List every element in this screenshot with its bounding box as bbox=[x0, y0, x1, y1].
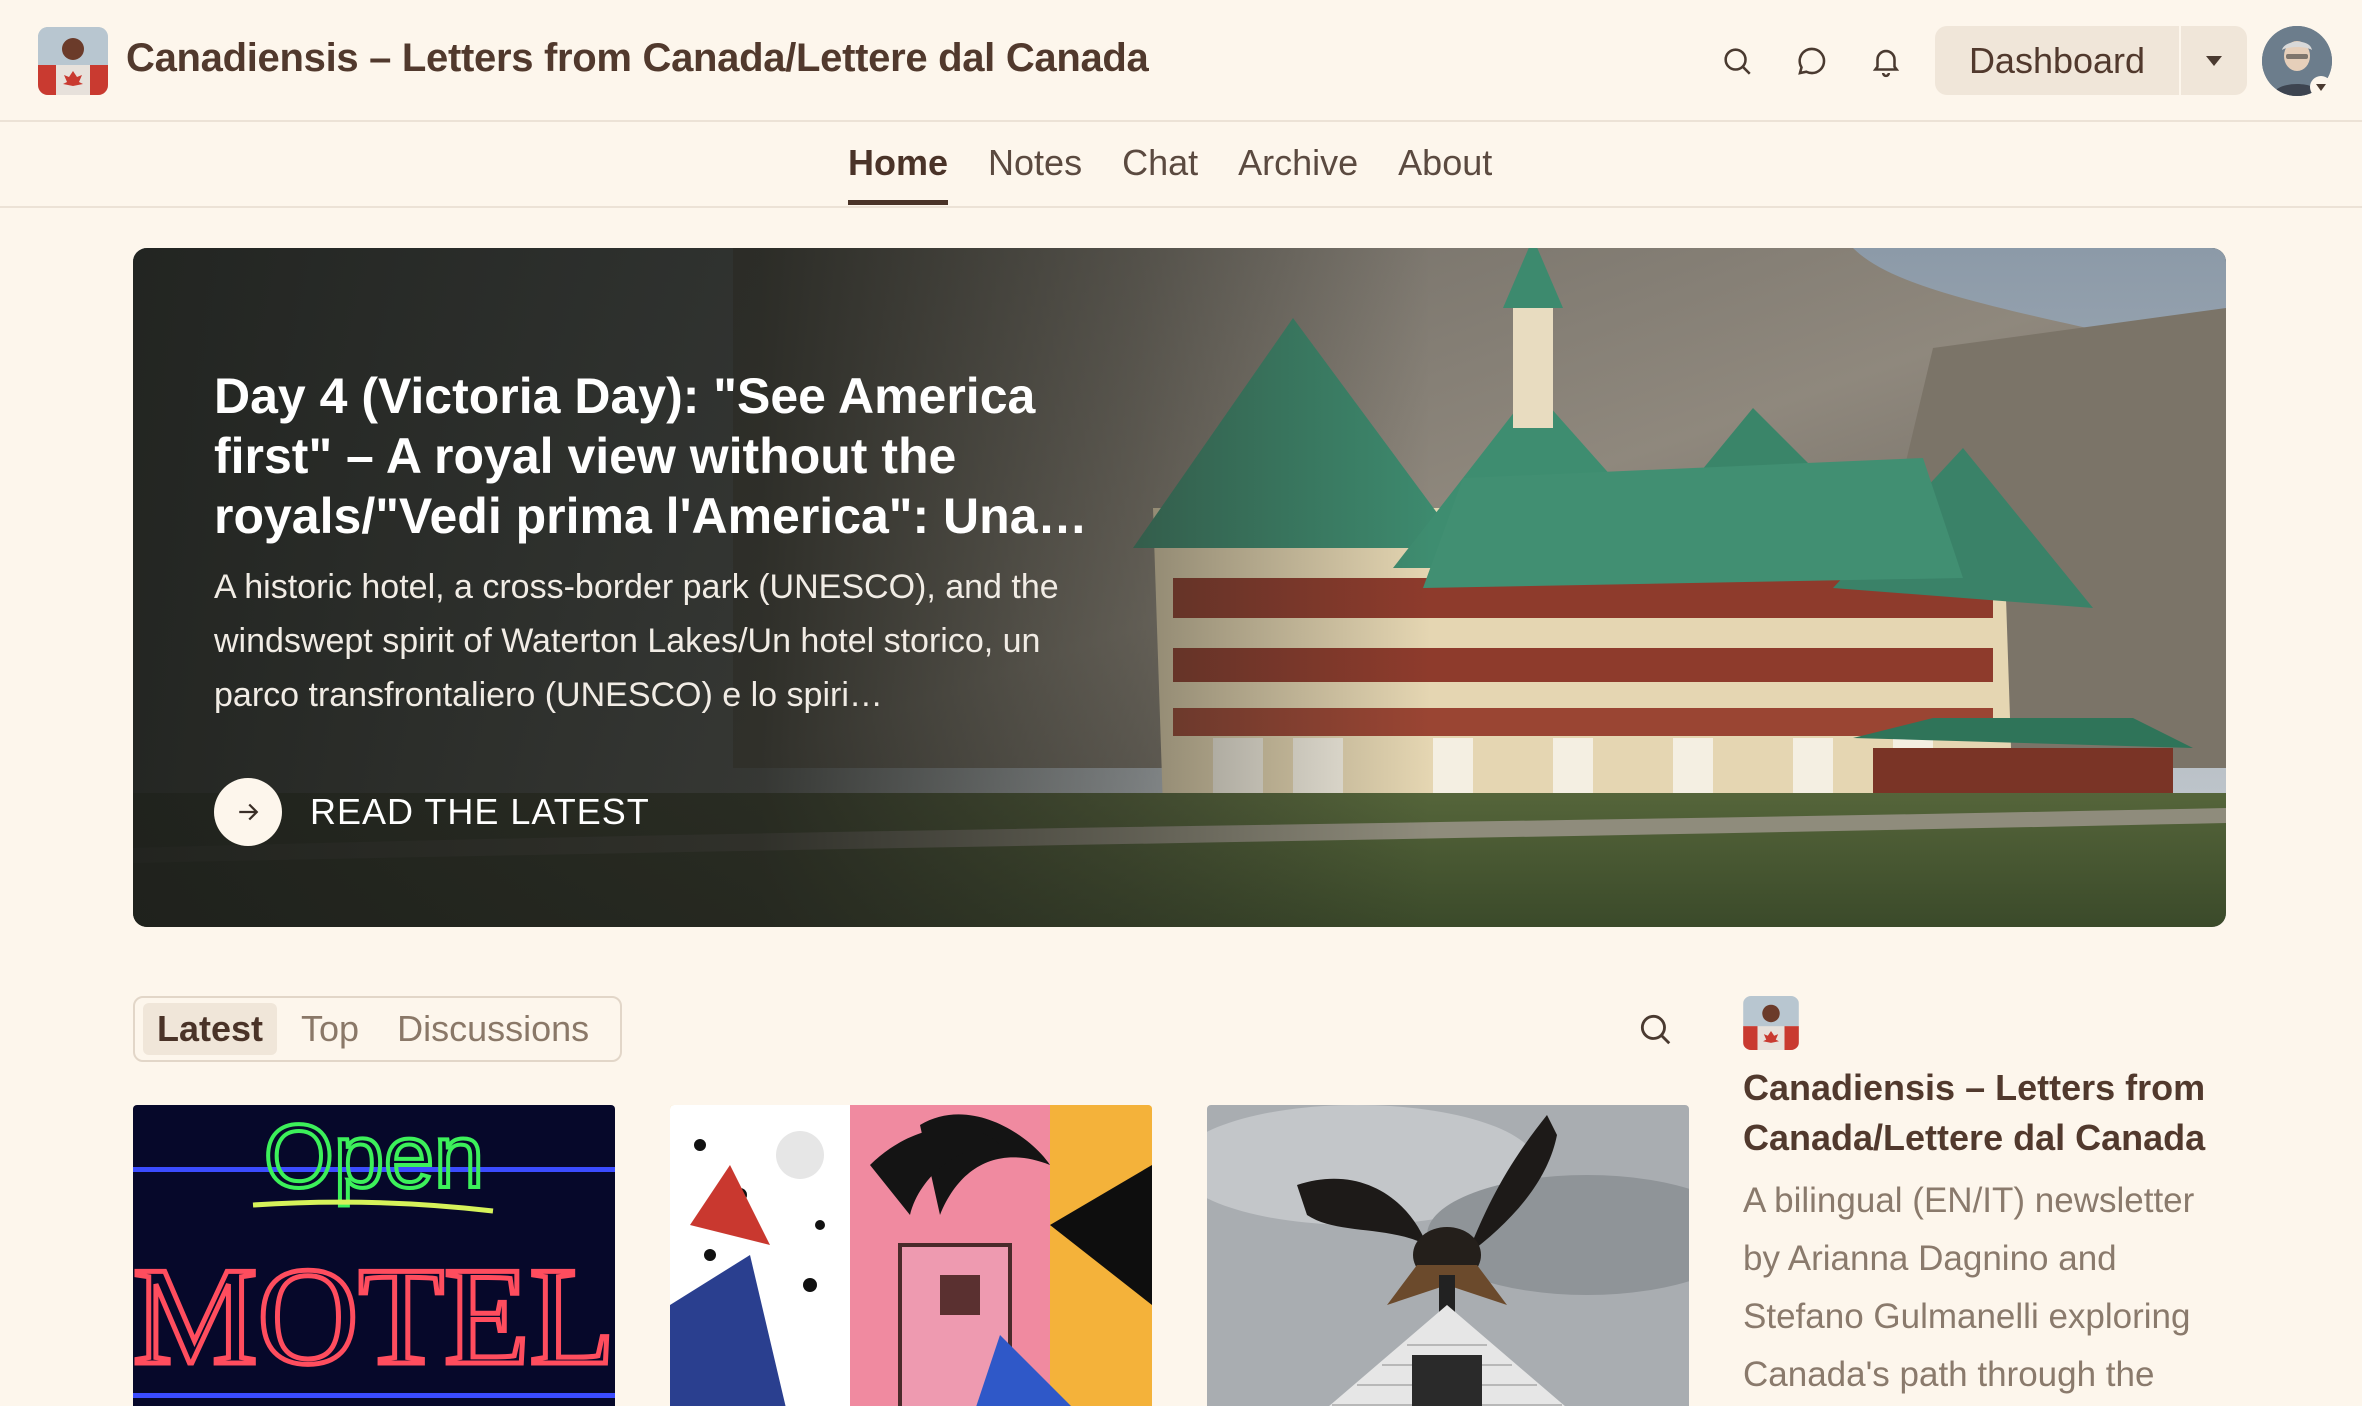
site-title[interactable]: Canadiensis – Letters from Canada/Letter… bbox=[126, 36, 1149, 81]
caret-down-icon bbox=[2316, 83, 2326, 91]
feed-tabs: Latest Top Discussions bbox=[133, 996, 622, 1062]
chat-bubble-icon[interactable] bbox=[1791, 40, 1833, 82]
bell-icon[interactable] bbox=[1865, 40, 1907, 82]
dashboard-button-group: Dashboard bbox=[1935, 26, 2247, 95]
nav-notes[interactable]: Notes bbox=[988, 142, 1082, 205]
publication-description: A bilingual (EN/IT) newsletter by Ariann… bbox=[1743, 1181, 2195, 1394]
dashboard-button[interactable]: Dashboard bbox=[1935, 26, 2179, 95]
dashboard-menu-button[interactable] bbox=[2181, 26, 2247, 95]
post-card-image[interactable] bbox=[670, 1105, 1152, 1406]
nav-about[interactable]: About bbox=[1398, 142, 1492, 205]
hero-subtitle: A historic hotel, a cross-border park (U… bbox=[214, 568, 1059, 714]
nav-chat[interactable]: Chat bbox=[1122, 142, 1198, 205]
sign-motel: MOTEL bbox=[133, 1239, 615, 1394]
top-bar: Canadiensis – Letters from Canada/Letter… bbox=[0, 0, 2362, 122]
search-icon[interactable] bbox=[1636, 1010, 1674, 1048]
sign-open: Open bbox=[264, 1107, 484, 1207]
site-logo[interactable] bbox=[38, 27, 108, 95]
post-card-image[interactable] bbox=[1207, 1105, 1689, 1406]
arrow-right-icon bbox=[214, 778, 282, 846]
read-latest-label: READ THE LATEST bbox=[310, 791, 650, 832]
hero-featured-post[interactable]: Day 4 (Victoria Day): "See America first… bbox=[133, 248, 2226, 927]
caret-down-icon bbox=[2206, 55, 2222, 66]
read-latest-link[interactable]: READ THE LATEST bbox=[214, 778, 650, 846]
search-icon[interactable] bbox=[1716, 40, 1758, 82]
post-card-image[interactable]: Open MOTEL bbox=[133, 1105, 615, 1406]
tab-discussions[interactable]: Discussions bbox=[383, 1003, 603, 1055]
motel-sign-image: Open MOTEL bbox=[133, 1105, 615, 1406]
avatar-menu-caret[interactable] bbox=[2310, 76, 2332, 98]
tab-top[interactable]: Top bbox=[287, 1003, 373, 1055]
hero-title[interactable]: Day 4 (Victoria Day): "See America first… bbox=[214, 366, 1114, 546]
tab-latest[interactable]: Latest bbox=[143, 1003, 278, 1055]
publication-logo[interactable] bbox=[1743, 996, 1799, 1050]
nav-home[interactable]: Home bbox=[848, 142, 949, 205]
publication-title[interactable]: Canadiensis – Letters from Canada/Letter… bbox=[1743, 1063, 2223, 1163]
mural-image bbox=[670, 1105, 1152, 1406]
main-nav: Home Notes Chat Archive About bbox=[0, 122, 2362, 208]
nav-archive[interactable]: Archive bbox=[1238, 142, 1358, 205]
eagle-statue-image bbox=[1207, 1105, 1689, 1406]
